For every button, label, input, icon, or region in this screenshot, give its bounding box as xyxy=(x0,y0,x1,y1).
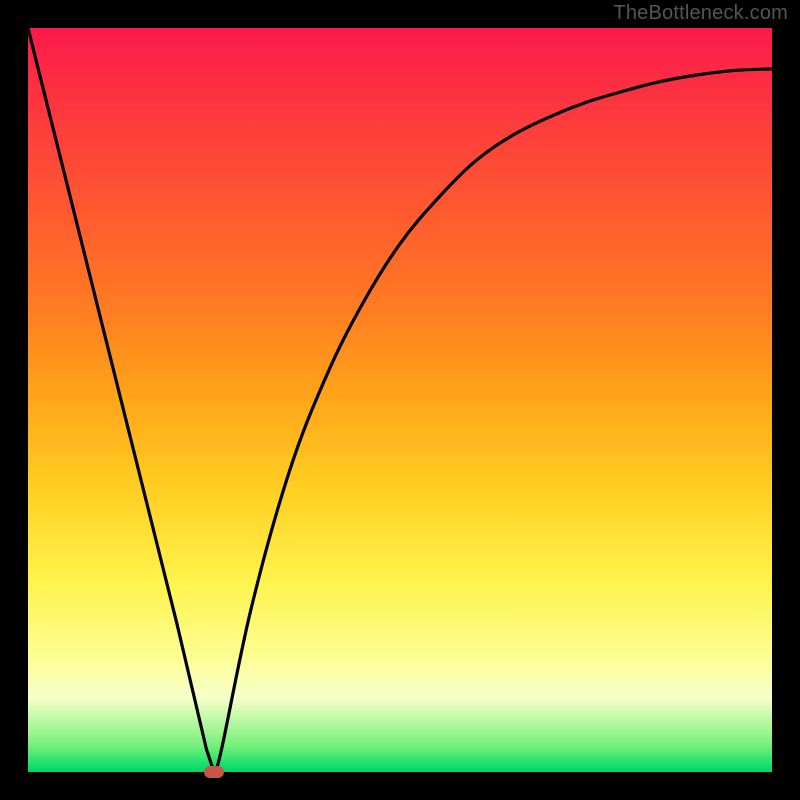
curve-svg xyxy=(28,28,772,772)
plot-area xyxy=(28,28,772,772)
minimum-marker xyxy=(204,766,224,778)
bottleneck-curve xyxy=(28,28,772,772)
watermark-text: TheBottleneck.com xyxy=(613,2,788,25)
chart-frame: TheBottleneck.com xyxy=(0,0,800,800)
